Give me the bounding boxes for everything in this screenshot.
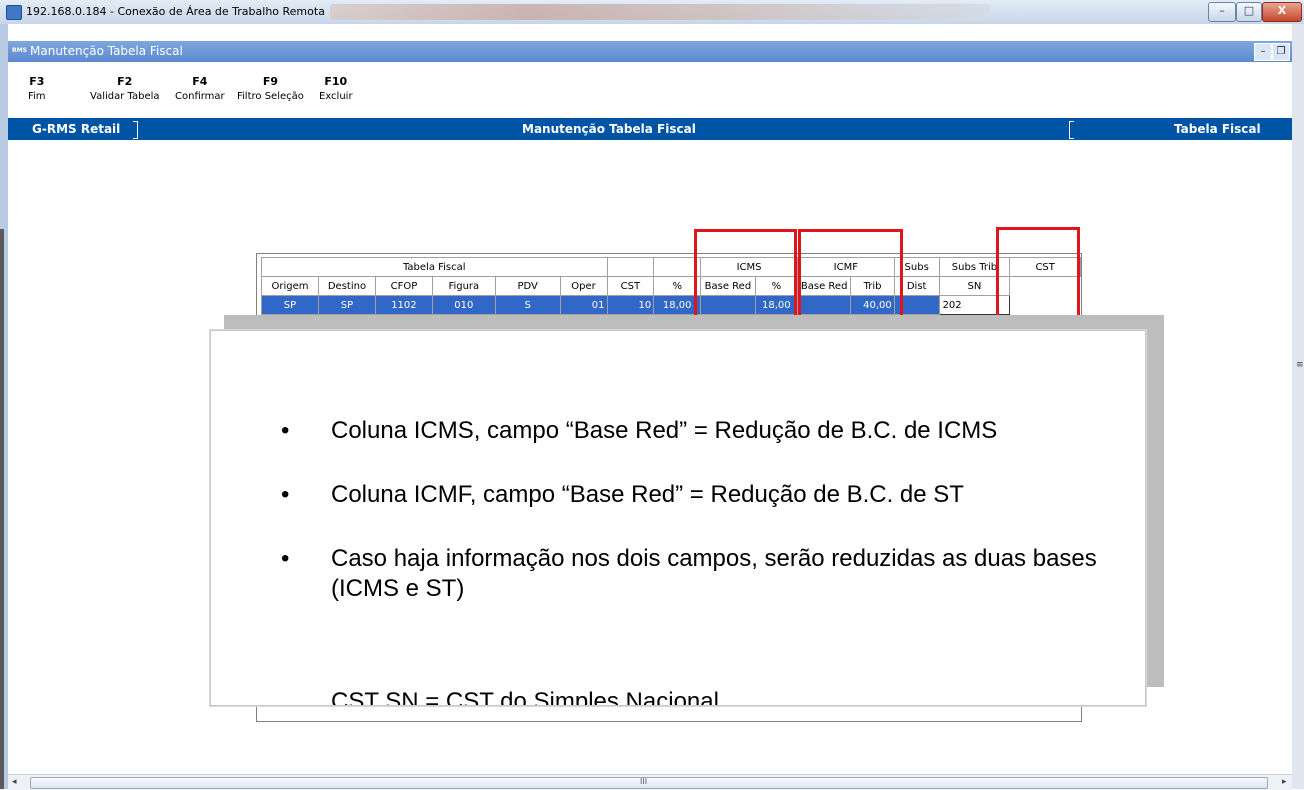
- col-cst[interactable]: CST: [606, 276, 655, 296]
- inner-restore-button[interactable]: ❐: [1272, 43, 1290, 61]
- f9-filtro-selecao-button[interactable]: F9 Filtro Seleção: [237, 75, 304, 102]
- minimize-button[interactable]: –: [1208, 2, 1236, 22]
- bullet-icon: •: [281, 481, 290, 508]
- list-item: • Caso haja informação nos dois campos, s…: [281, 545, 1097, 602]
- bullet-icon: •: [281, 417, 290, 444]
- cell-cfop[interactable]: 1102: [374, 295, 433, 315]
- inner-window-titlebar: RMS Manutenção Tabela Fiscal – ❐: [8, 41, 1292, 62]
- f3-fim-button[interactable]: F3 Fim: [28, 75, 46, 102]
- bullet-icon: •: [281, 545, 290, 572]
- header-center-label: Manutenção Tabela Fiscal: [522, 122, 696, 136]
- cell-origem[interactable]: SP: [261, 295, 319, 315]
- remote-desktop-titlebar: 192.168.0.184 - Conexão de Área de Traba…: [0, 0, 1304, 25]
- col-oper[interactable]: Oper: [559, 276, 608, 296]
- table-group-header: Tabela Fiscal ICMS ICMF Subs Subs Trib C…: [261, 257, 1081, 277]
- explanation-list: • Coluna ICMS, campo “Base Red” = Redução…: [281, 416, 1101, 638]
- header-left-label: G-RMS Retail: [32, 122, 121, 136]
- group-blank-oper: [606, 257, 655, 277]
- table-row[interactable]: SP SP 1102 010 S 01 10 18,00 18,00 40,00…: [261, 295, 1081, 315]
- cell-pdv[interactable]: S: [494, 295, 561, 315]
- scroll-right-arrow-icon[interactable]: ▸: [1282, 777, 1287, 787]
- header-band: G-RMS Retail Manutenção Tabela Fiscal Ta…: [8, 118, 1292, 140]
- cell-destino[interactable]: SP: [317, 295, 376, 315]
- col-figura[interactable]: Figura: [431, 276, 496, 296]
- inner-window-title: Manutenção Tabela Fiscal: [30, 44, 183, 58]
- list-item: • Coluna ICMS, campo “Base Red” = Redução…: [281, 417, 998, 444]
- highlight-icms-box: [694, 229, 797, 326]
- f10-excluir-button[interactable]: F10 Excluir: [319, 75, 353, 102]
- f4-confirmar-button[interactable]: F4 Confirmar: [175, 75, 225, 102]
- blurred-taskbar-title: [330, 4, 990, 20]
- left-frame-shadow: [0, 229, 4, 789]
- cell-figura[interactable]: 010: [431, 295, 496, 315]
- titlebar-gap: [8, 24, 1292, 41]
- col-cfop[interactable]: CFOP: [374, 276, 433, 296]
- close-button[interactable]: X: [1262, 2, 1302, 22]
- vertical-scroll-grip-icon[interactable]: ≡: [1296, 360, 1304, 370]
- right-window-frame: [1292, 24, 1304, 789]
- col-pdv[interactable]: PDV: [494, 276, 561, 296]
- horizontal-scrollbar[interactable]: ◂ III ▸: [8, 774, 1292, 790]
- fiscal-table: Tabela Fiscal ICMS ICMF Subs Subs Trib C…: [261, 257, 1081, 315]
- col-origem[interactable]: Origem: [261, 276, 319, 296]
- cell-cst[interactable]: 10: [606, 295, 655, 315]
- truncated-list-item: CST SN = CST do Simples Nacional: [331, 688, 719, 706]
- group-tabela-fiscal: Tabela Fiscal: [261, 257, 608, 277]
- scrollbar-thumb[interactable]: [30, 777, 1268, 789]
- window-title: 192.168.0.184 - Conexão de Área de Traba…: [26, 5, 325, 18]
- explanation-popup: • Coluna ICMS, campo “Base Red” = Redução…: [210, 330, 1146, 706]
- table-column-header: Origem Destino CFOP Figura PDV Oper CST …: [261, 276, 1081, 296]
- list-item: • Coluna ICMF, campo “Base Red” = Redução…: [281, 481, 964, 508]
- inner-minimize-button[interactable]: –: [1254, 43, 1272, 61]
- scroll-left-arrow-icon[interactable]: ◂: [12, 777, 17, 787]
- cell-oper[interactable]: 01: [559, 295, 608, 315]
- remote-desktop-icon: [6, 5, 22, 20]
- col-destino[interactable]: Destino: [317, 276, 376, 296]
- function-key-toolbar: F3 Fim F2 Validar Tabela F4 Confirmar F9 Fil…: [8, 62, 1292, 118]
- maximize-button[interactable]: □: [1236, 2, 1262, 22]
- header-right-label: Tabela Fiscal: [1174, 122, 1261, 136]
- left-window-frame: [0, 24, 8, 789]
- highlight-cst-sn-box: [996, 227, 1080, 326]
- header-divider-left: [133, 121, 138, 139]
- scrollbar-grip-icon: III: [640, 777, 648, 786]
- f2-validar-tabela-button[interactable]: F2 Validar Tabela: [90, 75, 160, 102]
- highlight-icmf-box: [798, 229, 903, 326]
- rms-logo-icon: RMS: [12, 47, 27, 54]
- header-divider-right: [1069, 121, 1074, 139]
